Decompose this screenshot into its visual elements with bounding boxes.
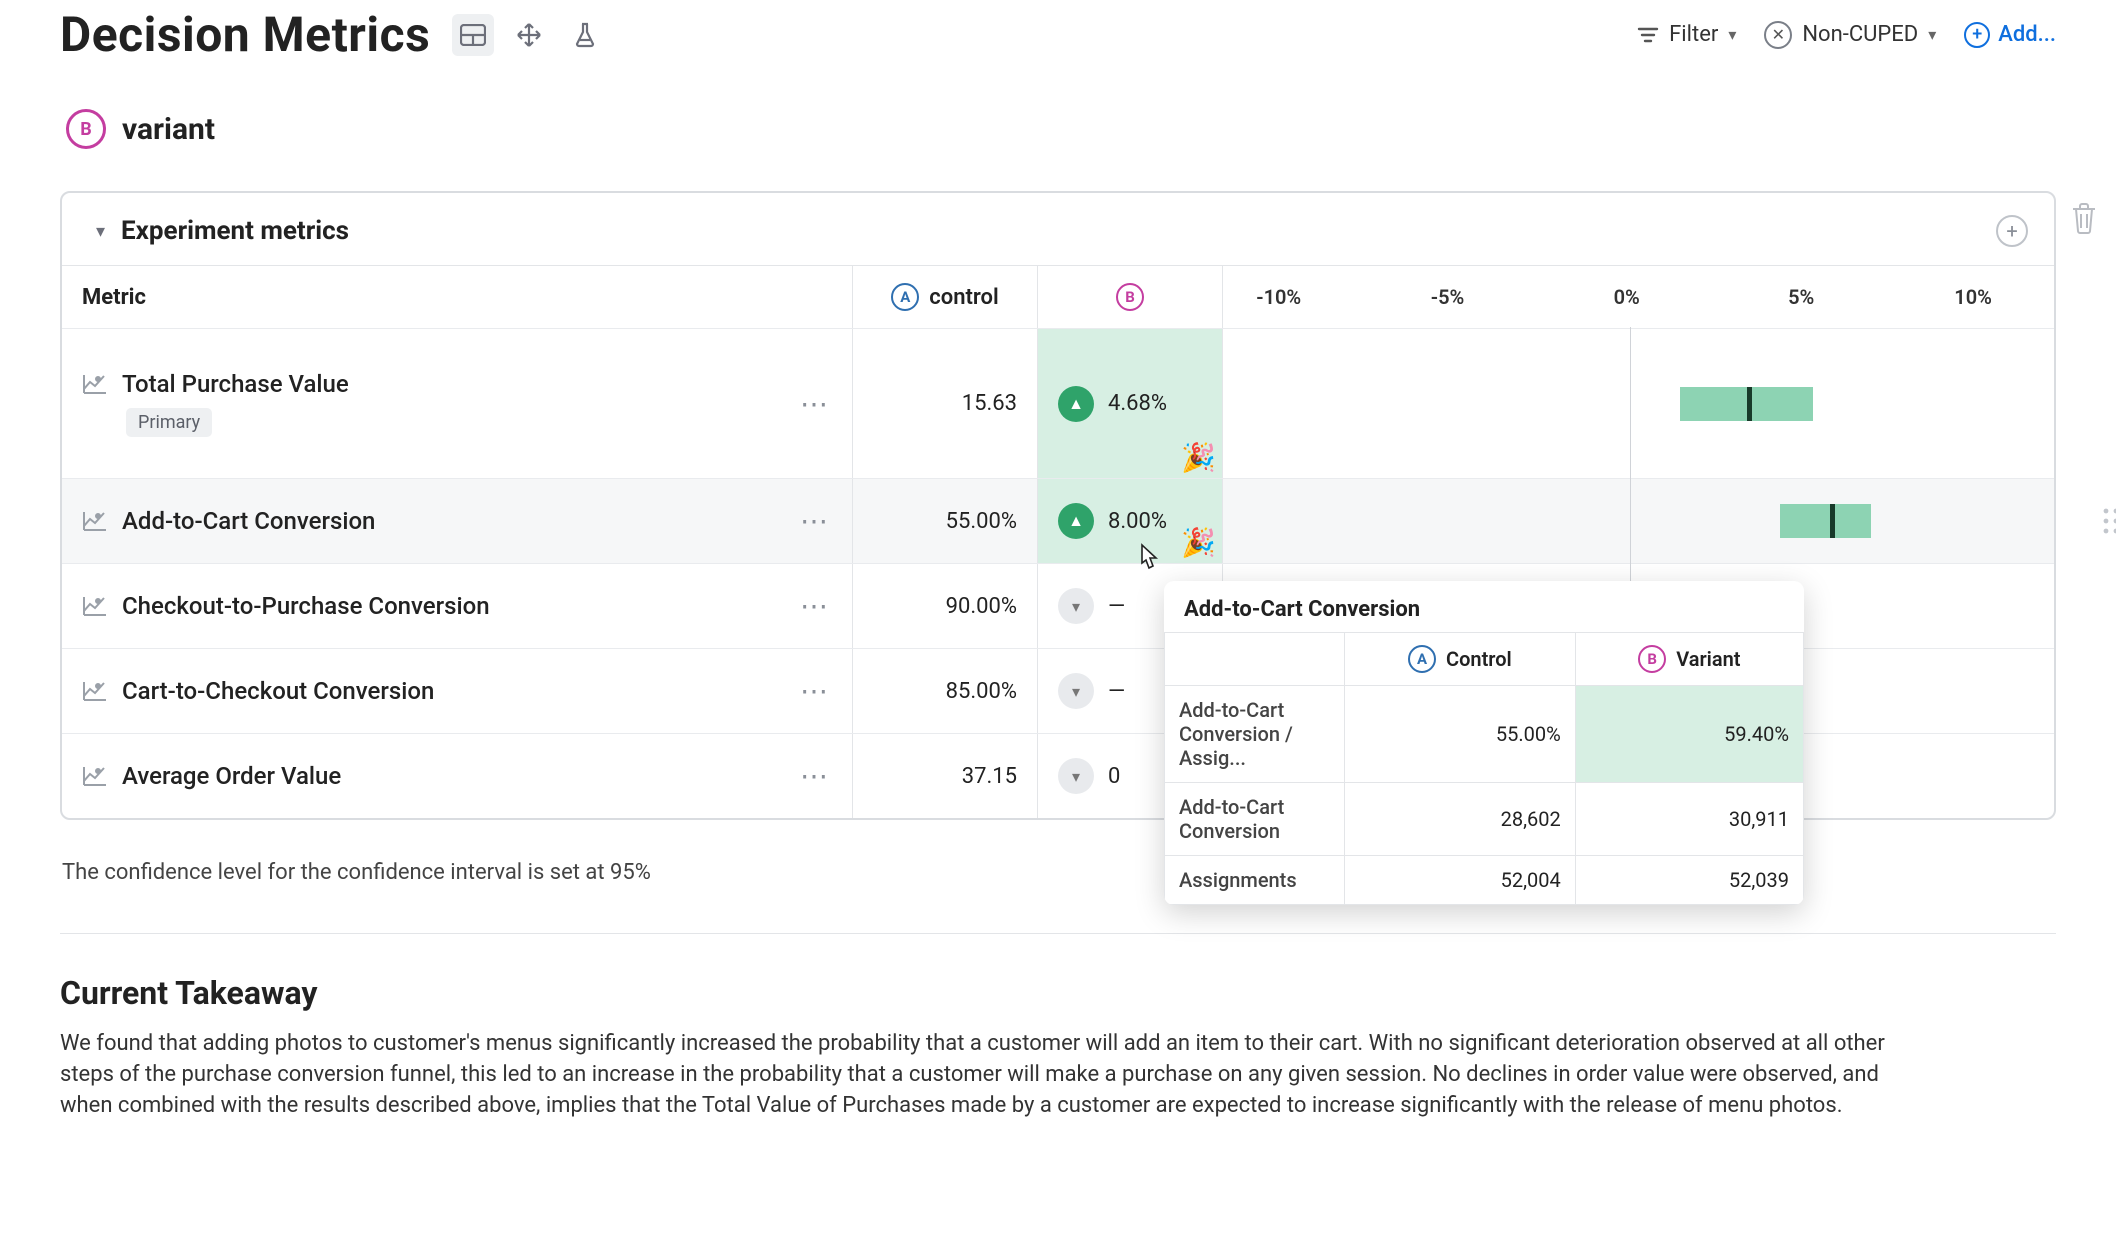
filter-icon [1637,26,1659,44]
metrics-card: ▾ Experiment metrics + Metric A control … [60,191,2056,820]
axis-tick: -5% [1431,285,1465,309]
confetti-icon: 🎉 [1181,441,1216,474]
metric-chart-icon [82,595,108,617]
confetti-icon: 🎉 [1181,526,1216,559]
tooltip-row-label: Add-to-Cart Conversion [1165,783,1345,856]
delta-flat-icon: ▾ [1058,673,1094,709]
chevron-down-icon: ▾ [1928,25,1936,44]
row-chart [1222,479,2054,563]
tooltip-cell: 52,004 [1345,856,1576,905]
tooltip-badge-a: A [1408,645,1436,673]
variant-badge-b: B [66,109,106,149]
metric-name: Cart-to-Checkout Conversion [122,677,434,705]
cell-variant-delta: 8.00% [1108,509,1167,534]
trash-icon[interactable] [2069,201,2099,235]
metric-name: Total Purchase Value [122,370,349,398]
tooltip-cell: 30,911 [1575,783,1803,856]
metric-tooltip: Add-to-Cart Conversion A Control B Varia… [1164,581,1804,905]
axis-tick: 5% [1788,285,1814,309]
variant-badge-b-header: B [1116,283,1144,311]
flask-icon[interactable] [564,14,606,56]
cell-control-value: 55.00% [852,479,1037,563]
plus-circle-icon: + [1964,22,1990,48]
tooltip-row: Add-to-Cart Conversion 28,602 30,911 [1165,783,1804,856]
tooltip-title: Add-to-Cart Conversion [1164,581,1804,632]
table-row[interactable]: Add-to-Cart Conversion ⋯ 55.00% ▲ 8.00% … [62,478,2054,563]
collapse-chevron-icon[interactable]: ▾ [96,221,105,242]
takeaway-title: Current Takeaway [60,974,2056,1012]
axis-tick: 10% [1954,285,1992,309]
page-header: Decision Metrics Filter ▾ ✕ [60,0,2056,63]
tooltip-cell: 52,039 [1575,856,1803,905]
row-more-icon[interactable]: ⋯ [800,675,830,708]
tooltip-row: Assignments 52,004 52,039 [1165,856,1804,905]
delta-flat-icon: ▾ [1058,588,1094,624]
filter-label: Filter [1669,22,1718,47]
delta-up-icon: ▲ [1058,503,1094,539]
tooltip-row: Add-to-Cart Conversion / Assig... 55.00%… [1165,686,1804,783]
cell-variant-delta: 0 [1108,764,1120,789]
tooltip-badge-b: B [1638,645,1666,673]
cell-control-value: 90.00% [852,564,1037,648]
tooltip-cell: 55.00% [1345,686,1576,783]
drag-handle-icon[interactable] [2102,506,2116,536]
add-label: Add... [1998,22,2056,47]
cell-control-value: 37.15 [852,734,1037,818]
table-row[interactable]: Total Purchase Value Primary ⋯ 15.63 ▲ 4… [62,328,2054,478]
row-more-icon[interactable]: ⋯ [800,590,830,623]
variant-heading: B variant [66,109,2056,149]
table-header-row: Metric A control B -10% -5% 0% 5% 10% [62,266,2054,328]
col-metric-header: Metric [82,285,146,310]
cell-variant-delta: 4.68% [1108,391,1167,416]
tooltip-cell: 28,602 [1345,783,1576,856]
tooltip-col-a-label: Control [1446,647,1512,671]
tooltip-col-b-label: Variant [1676,647,1740,671]
metric-chart-icon [82,680,108,702]
control-badge-a: A [891,283,919,311]
page-title: Decision Metrics [60,6,430,63]
takeaway-body: We found that adding photos to customer'… [60,1028,1910,1122]
chevron-down-icon: ▾ [1728,25,1736,44]
tooltip-row-label: Add-to-Cart Conversion / Assig... [1165,686,1345,783]
add-metric-button[interactable]: + [1996,215,2028,247]
chart-axis-header: -10% -5% 0% 5% 10% [1222,266,2054,328]
cell-control-value: 15.63 [852,329,1037,478]
row-more-icon[interactable]: ⋯ [800,387,830,420]
close-circle-icon: ✕ [1764,21,1792,49]
row-more-icon[interactable]: ⋯ [800,505,830,538]
cursor-pointer-icon [1132,543,1162,579]
divider [60,933,2056,934]
control-header-label: control [929,285,998,310]
metric-chart-icon [82,373,108,395]
row-more-icon[interactable]: ⋯ [800,760,830,793]
metric-name: Checkout-to-Purchase Conversion [122,592,490,620]
axis-tick: -10% [1256,285,1301,309]
tooltip-cell: 59.40% [1575,686,1803,783]
row-chart [1222,329,2054,478]
metric-chart-icon [82,510,108,532]
metric-name: Average Order Value [122,762,341,790]
cell-variant-delta: — [1108,594,1125,619]
cuped-label: Non-CUPED [1802,22,1918,47]
add-button[interactable]: + Add... [1964,22,2056,48]
card-title: Experiment metrics [121,216,349,246]
delta-flat-icon: ▾ [1058,758,1094,794]
view-toggle-panel-icon[interactable] [452,14,494,56]
tooltip-header-row: A Control B Variant [1165,633,1804,686]
move-icon[interactable] [508,14,550,56]
metric-chart-icon [82,765,108,787]
cell-variant-delta: — [1108,679,1125,704]
tooltip-row-label: Assignments [1165,856,1345,905]
variant-label: variant [122,112,215,147]
axis-tick: 0% [1614,285,1640,309]
cell-control-value: 85.00% [852,649,1037,733]
delta-up-icon: ▲ [1058,386,1094,422]
metric-name: Add-to-Cart Conversion [122,507,375,535]
filter-button[interactable]: Filter ▾ [1637,22,1736,47]
metric-tag-primary: Primary [126,408,212,437]
cuped-toggle[interactable]: ✕ Non-CUPED ▾ [1764,21,1936,49]
